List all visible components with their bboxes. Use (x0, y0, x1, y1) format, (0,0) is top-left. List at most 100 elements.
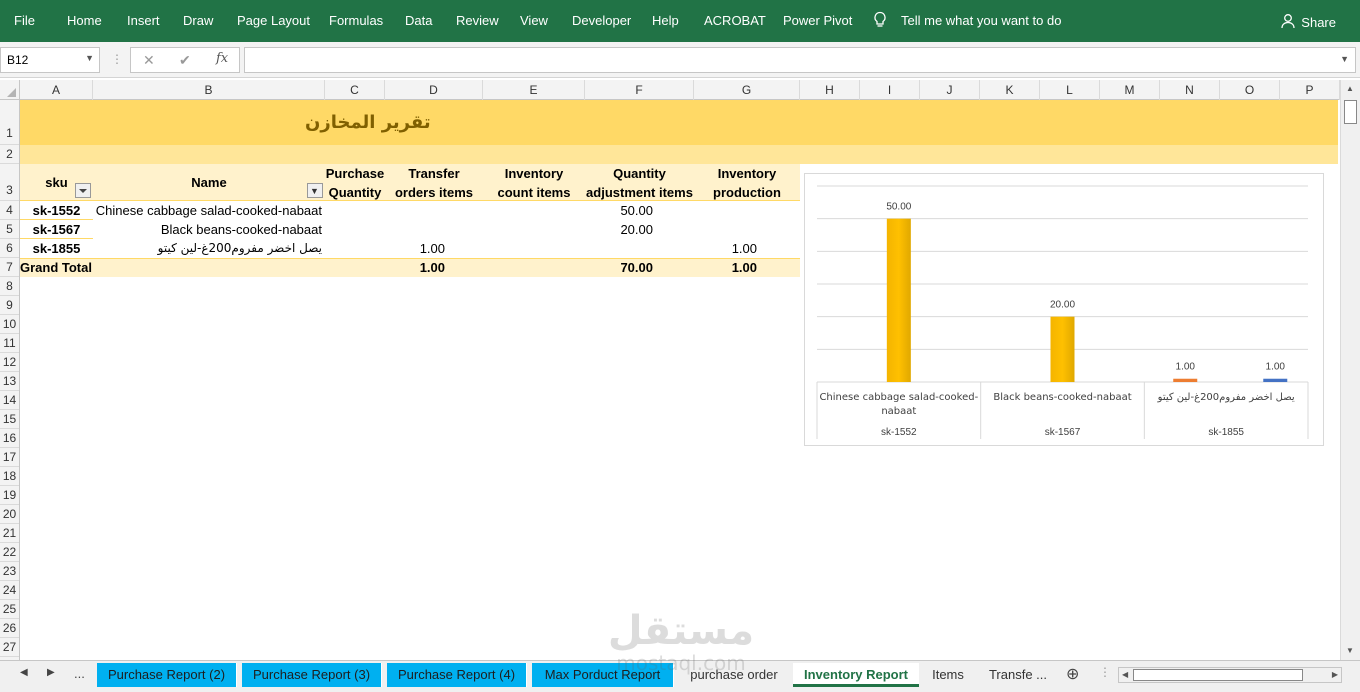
col-header-d[interactable]: D (385, 80, 483, 100)
menu-file[interactable]: File (14, 13, 35, 28)
row-header-18[interactable]: 18 (0, 467, 19, 486)
horizontal-scroll-thumb[interactable] (1133, 669, 1303, 681)
select-all-button[interactable] (0, 80, 20, 100)
pivot-chart[interactable]: 50.00 Chinese cabbage salad-cooked-nabaat… (804, 173, 1324, 446)
col-header-p[interactable]: P (1280, 80, 1340, 100)
sku-cell[interactable]: sk-1567 (20, 222, 93, 239)
qty-adjust-cell[interactable]: 20.00 (585, 222, 653, 237)
horizontal-scrollbar[interactable]: ◀ ▶ (1118, 667, 1342, 683)
grand-total-label[interactable]: Grand Total (20, 260, 92, 275)
insert-function-icon[interactable]: fx (216, 51, 228, 66)
expand-formula-icon[interactable]: ▼ (1340, 54, 1349, 64)
col-header-m[interactable]: M (1100, 80, 1160, 100)
row-header-21[interactable]: 21 (0, 524, 19, 543)
menu-page-layout[interactable]: Page Layout (237, 13, 310, 28)
col-header-g[interactable]: G (694, 80, 800, 100)
menu-formulas[interactable]: Formulas (329, 13, 383, 28)
row-header-26[interactable]: 26 (0, 619, 19, 638)
tell-me-search[interactable]: Tell me what you want to do (901, 13, 1061, 28)
formula-input[interactable]: ▼ (244, 47, 1356, 73)
row-header-1[interactable]: 1 (0, 100, 19, 145)
row-header-3[interactable]: 3 (0, 164, 19, 201)
tab-items[interactable]: Items (922, 663, 974, 687)
name-cell[interactable]: Black beans-cooked-nabaat (93, 222, 322, 237)
row-header-27[interactable]: 27 (0, 638, 19, 657)
row-header-17[interactable]: 17 (0, 448, 19, 467)
row-header-6[interactable]: 6 (0, 239, 19, 258)
menu-data[interactable]: Data (405, 13, 432, 28)
row-header-22[interactable]: 22 (0, 543, 19, 562)
vertical-scroll-thumb[interactable] (1344, 100, 1357, 124)
tab-purchase-report-3[interactable]: Purchase Report (3) (242, 663, 382, 687)
row-header-23[interactable]: 23 (0, 562, 19, 581)
more-options-icon[interactable]: ⋮ (1099, 665, 1111, 679)
share-button[interactable]: Share (1281, 13, 1336, 32)
menu-view[interactable]: View (520, 13, 548, 28)
row-header-11[interactable]: 11 (0, 334, 19, 353)
row-header-4[interactable]: 4 (0, 201, 19, 220)
tab-inventory-report[interactable]: Inventory Report (793, 663, 919, 687)
col-header-i[interactable]: I (860, 80, 920, 100)
filter-dropdown-sku[interactable] (75, 183, 91, 198)
row-header-8[interactable]: 8 (0, 277, 19, 296)
scroll-left-icon[interactable]: ◀ (1122, 670, 1128, 679)
row-header-19[interactable]: 19 (0, 486, 19, 505)
sku-cell[interactable]: sk-1855 (20, 241, 93, 256)
more-options-icon[interactable]: ⋮ (111, 52, 123, 66)
row-header-5[interactable]: 5 (0, 220, 19, 239)
worksheet-grid[interactable]: تقرير المخازن sku Name ▼ Purchase Quantit… (20, 100, 1340, 660)
col-header-f[interactable]: F (585, 80, 694, 100)
more-sheets-button[interactable]: ... (74, 666, 85, 681)
row-header-24[interactable]: 24 (0, 581, 19, 600)
transfer-cell[interactable]: 1.00 (385, 241, 445, 256)
name-box[interactable]: B12 ▼ (0, 47, 100, 73)
col-header-a[interactable]: A (20, 80, 93, 100)
row-header-25[interactable]: 25 (0, 600, 19, 619)
grand-total-production[interactable]: 1.00 (694, 260, 757, 275)
name-cell[interactable]: يصل اخضر مفروم200غ-لين كيتو (93, 241, 322, 255)
filter-icon[interactable]: ▼ (307, 183, 323, 198)
row-header-14[interactable]: 14 (0, 391, 19, 410)
tab-transfer[interactable]: Transfe ... (978, 663, 1058, 687)
tab-purchase-order[interactable]: purchase order (678, 663, 790, 687)
menu-developer[interactable]: Developer (572, 13, 631, 28)
tab-purchase-report-4[interactable]: Purchase Report (4) (387, 663, 527, 687)
col-header-e[interactable]: E (483, 80, 585, 100)
qty-adjust-cell[interactable]: 50.00 (585, 203, 653, 218)
name-cell[interactable]: Chinese cabbage salad-cooked-nabaat (93, 203, 322, 218)
col-header-c[interactable]: C (325, 80, 385, 100)
next-sheet-icon[interactable]: ▶ (47, 667, 55, 678)
col-header-b[interactable]: B (93, 80, 325, 100)
menu-review[interactable]: Review (456, 13, 499, 28)
row-header-7[interactable]: 7 (0, 258, 19, 277)
row-header-9[interactable]: 9 (0, 296, 19, 315)
vertical-scrollbar[interactable]: ▲ ▼ (1340, 80, 1360, 660)
menu-home[interactable]: Home (67, 13, 102, 28)
cancel-icon[interactable]: ✕ (143, 52, 155, 69)
row-header-13[interactable]: 13 (0, 372, 19, 391)
scroll-right-icon[interactable]: ▶ (1332, 670, 1338, 679)
production-cell[interactable]: 1.00 (694, 241, 757, 256)
col-header-l[interactable]: L (1040, 80, 1100, 100)
col-header-n[interactable]: N (1160, 80, 1220, 100)
col-header-k[interactable]: K (980, 80, 1040, 100)
row-header-2[interactable]: 2 (0, 145, 19, 164)
confirm-icon[interactable]: ✔ (179, 52, 191, 69)
menu-insert[interactable]: Insert (127, 13, 160, 28)
col-header-o[interactable]: O (1220, 80, 1280, 100)
menu-draw[interactable]: Draw (183, 13, 213, 28)
grand-total-qty-adjust[interactable]: 70.00 (585, 260, 653, 275)
row-header-15[interactable]: 15 (0, 410, 19, 429)
tab-purchase-report-2[interactable]: Purchase Report (2) (97, 663, 237, 687)
prev-sheet-icon[interactable]: ◀ (20, 667, 28, 678)
row-header-16[interactable]: 16 (0, 429, 19, 448)
menu-acrobat[interactable]: ACROBAT (704, 13, 766, 28)
row-header-20[interactable]: 20 (0, 505, 19, 524)
menu-help[interactable]: Help (652, 13, 679, 28)
scroll-down-icon[interactable]: ▼ (1346, 646, 1354, 655)
col-header-h[interactable]: H (800, 80, 860, 100)
col-header-j[interactable]: J (920, 80, 980, 100)
menu-power-pivot[interactable]: Power Pivot (783, 13, 852, 28)
grand-total-transfer[interactable]: 1.00 (385, 260, 445, 275)
tab-max-product-report[interactable]: Max Porduct Report (532, 663, 674, 687)
